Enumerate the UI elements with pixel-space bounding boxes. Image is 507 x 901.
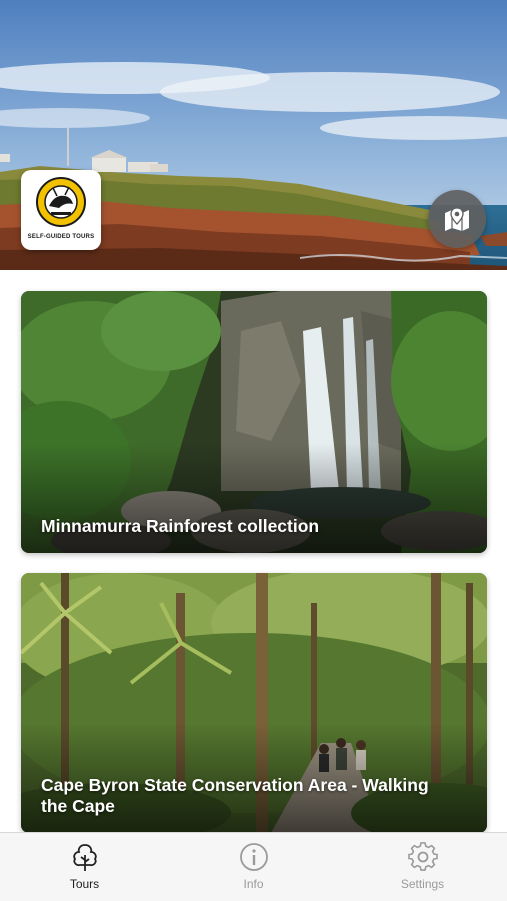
tour-card-cape-byron[interactable]: Cape Byron State Conservation Area - Wal… — [21, 573, 487, 833]
bottom-tab-bar: Tours Info Settings — [0, 832, 507, 901]
tour-title: Cape Byron State Conservation Area - Wal… — [41, 775, 429, 816]
parks-emblem-icon — [36, 177, 86, 227]
tab-tours[interactable]: Tours — [0, 833, 169, 901]
tree-icon — [72, 844, 97, 871]
hero-banner: SELF-GUIDED TOURS — [0, 0, 507, 270]
gear-icon — [407, 842, 438, 871]
map-pin-icon — [445, 207, 469, 231]
logo-tagline: SELF-GUIDED TOURS — [27, 234, 95, 240]
tab-settings[interactable]: Settings — [338, 833, 507, 901]
tab-label: Settings — [400, 877, 445, 891]
tour-title: Minnamurra Rainforest collection — [41, 516, 320, 536]
nsw-parks-logo: SELF-GUIDED TOURS — [21, 170, 101, 250]
map-button[interactable] — [428, 190, 486, 248]
tab-label: Tours — [69, 877, 100, 891]
tab-label: Info — [243, 877, 264, 891]
tab-info[interactable]: Info — [169, 833, 338, 901]
tour-card-minnamurra[interactable]: Minnamurra Rainforest collection — [21, 291, 487, 553]
info-icon — [239, 843, 268, 871]
